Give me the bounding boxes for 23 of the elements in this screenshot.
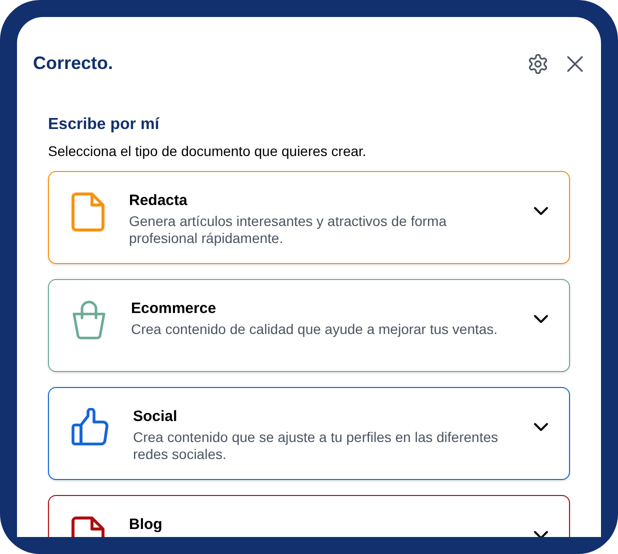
settings-icon[interactable]: [527, 52, 549, 74]
section-title: Escribe por mí: [48, 115, 160, 135]
option-title: Ecommerce: [131, 300, 218, 317]
option-card[interactable]: Redacta Genera artículos interesantes y atractivos de forma profesional rápidamente.: [48, 171, 570, 264]
option-title: Social: [133, 408, 178, 425]
option-description: Genera artículos interesantes y atractivos de forma profesional rápidamente.: [129, 213, 448, 247]
section-subtitle: Selecciona el tipo de documento que quieres crear.: [48, 142, 368, 161]
option-card[interactable]: Blog: [48, 495, 570, 537]
option-description: Crea contenido de calidad que ayude a mejorar tus ventas.: [131, 321, 499, 338]
document-icon: [71, 192, 105, 232]
thumbs-up-icon: [71, 408, 109, 446]
chevron-icon[interactable]: [533, 530, 549, 537]
chevron-icon[interactable]: [533, 314, 549, 324]
option-card[interactable]: Social Crea contenido que se ajuste a tu perfiles en las diferentes redes sociales.: [48, 387, 570, 480]
option-title: Redacta: [129, 192, 188, 209]
option-card[interactable]: Ecommerce Crea contenido de calidad que ayude a mejorar tus ventas.: [48, 279, 570, 372]
shopping-bag-icon: [71, 300, 107, 340]
option-description: Crea contenido que se ajuste a tu perfiles en las diferentes redes sociales.: [133, 429, 500, 463]
chevron-icon[interactable]: [533, 206, 549, 216]
option-title: Blog: [129, 516, 164, 533]
chevron-icon[interactable]: [533, 422, 549, 432]
close-icon[interactable]: [565, 54, 585, 74]
logo: Correcto.: [33, 52, 114, 75]
